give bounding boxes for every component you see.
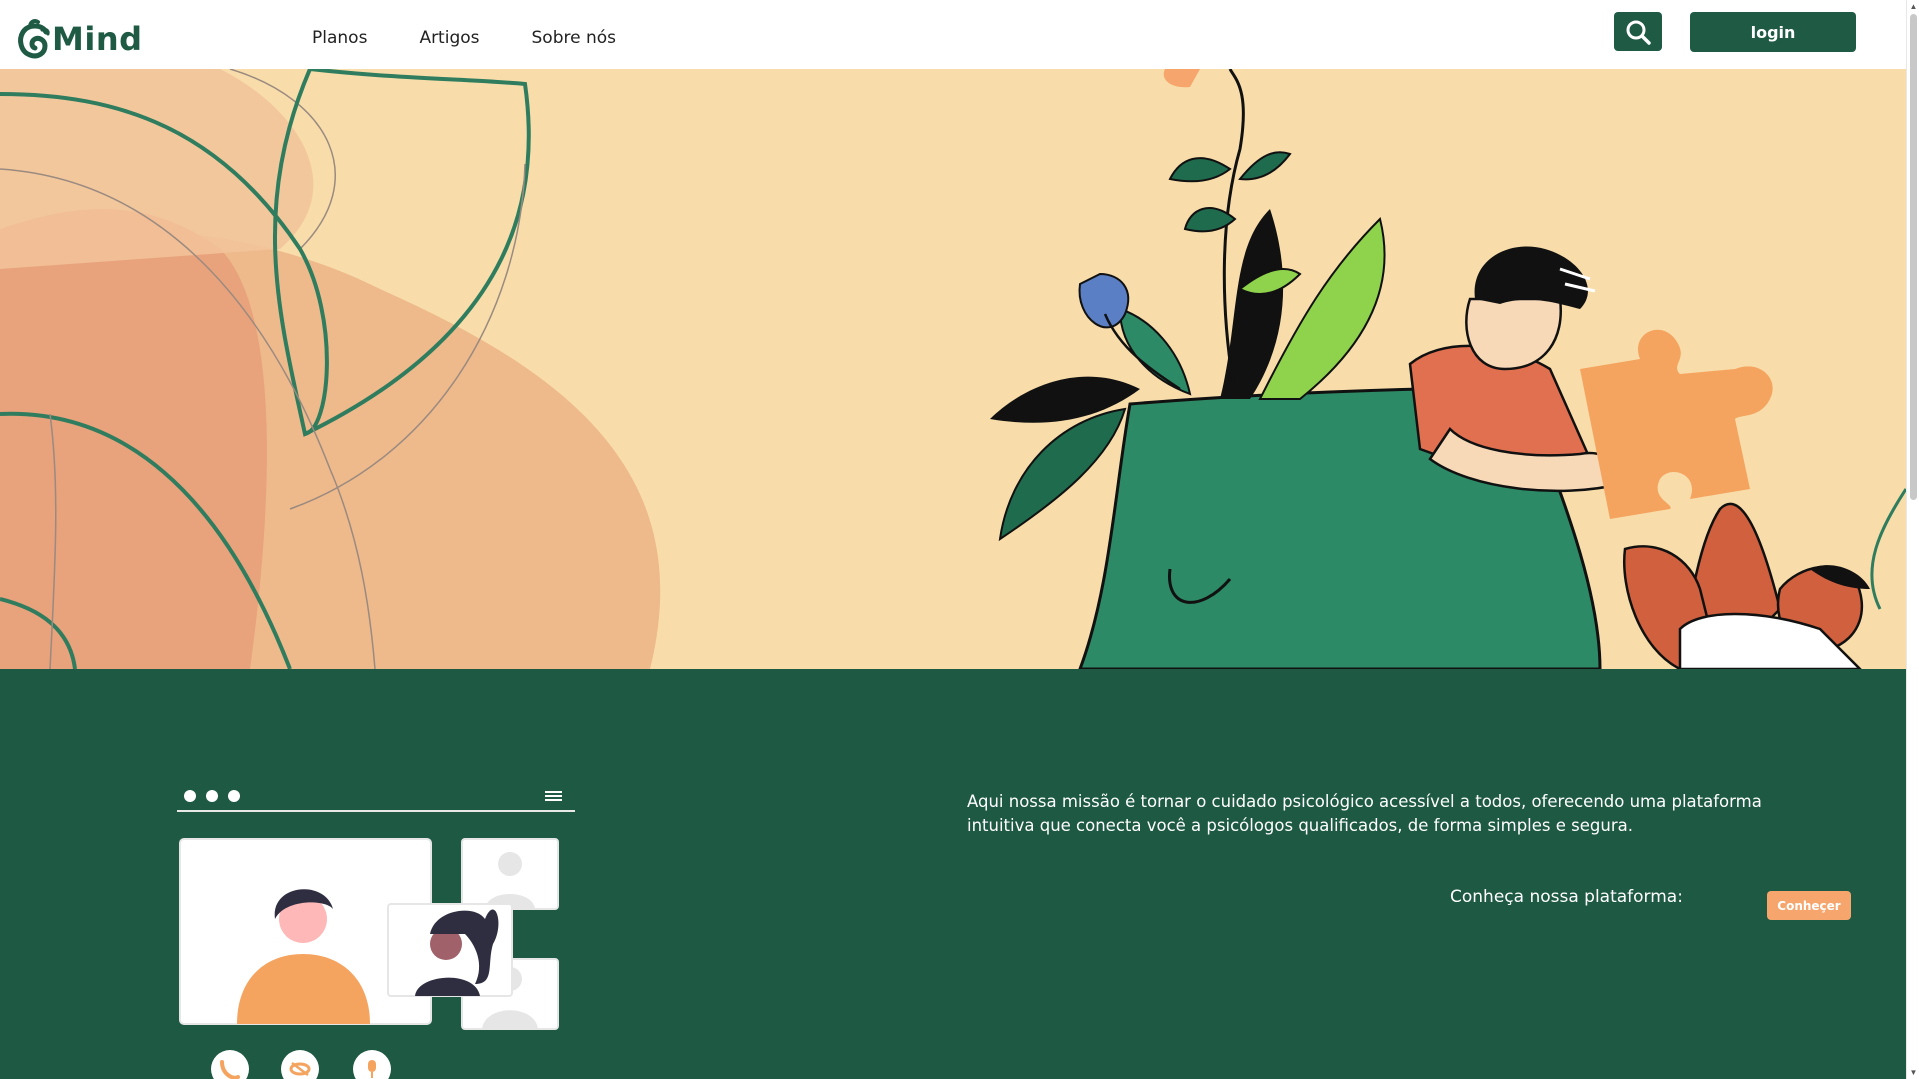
nav-link-artigos[interactable]: Artigos (419, 28, 479, 48)
logo[interactable]: Mind (16, 18, 143, 60)
scroll-thumb[interactable] (1910, 14, 1917, 500)
scroll-up-arrow-icon[interactable]: ▲ (1909, 2, 1918, 11)
site-header: Mind Planos Artigos Sobre nós login (0, 0, 1906, 69)
page-scrollbar[interactable]: ▲ ▼ (1906, 0, 1919, 1079)
nav-link-planos[interactable]: Planos (312, 28, 367, 48)
main-nav: Planos Artigos Sobre nós (312, 28, 616, 48)
mission-section: Aqui nossa missão é tornar o cuidado psi… (0, 669, 1906, 1079)
cta-label: Conheça nossa plataforma: (1450, 887, 1683, 907)
video-call-illustration (177, 790, 575, 1079)
search-button[interactable] (1614, 12, 1662, 51)
logo-text: Mind (52, 20, 143, 58)
hero-illustration (0, 69, 1906, 669)
login-button[interactable]: login (1690, 12, 1856, 52)
search-icon (1626, 20, 1651, 45)
hero-banner (0, 69, 1906, 669)
logo-mark-icon (18, 19, 50, 59)
nav-link-sobre-nos[interactable]: Sobre nós (532, 28, 617, 48)
mission-statement: Aqui nossa missão é tornar o cuidado psi… (967, 792, 1762, 835)
scroll-down-arrow-icon[interactable]: ▼ (1909, 1068, 1918, 1077)
conhecer-button[interactable]: Conheçer (1767, 891, 1851, 920)
